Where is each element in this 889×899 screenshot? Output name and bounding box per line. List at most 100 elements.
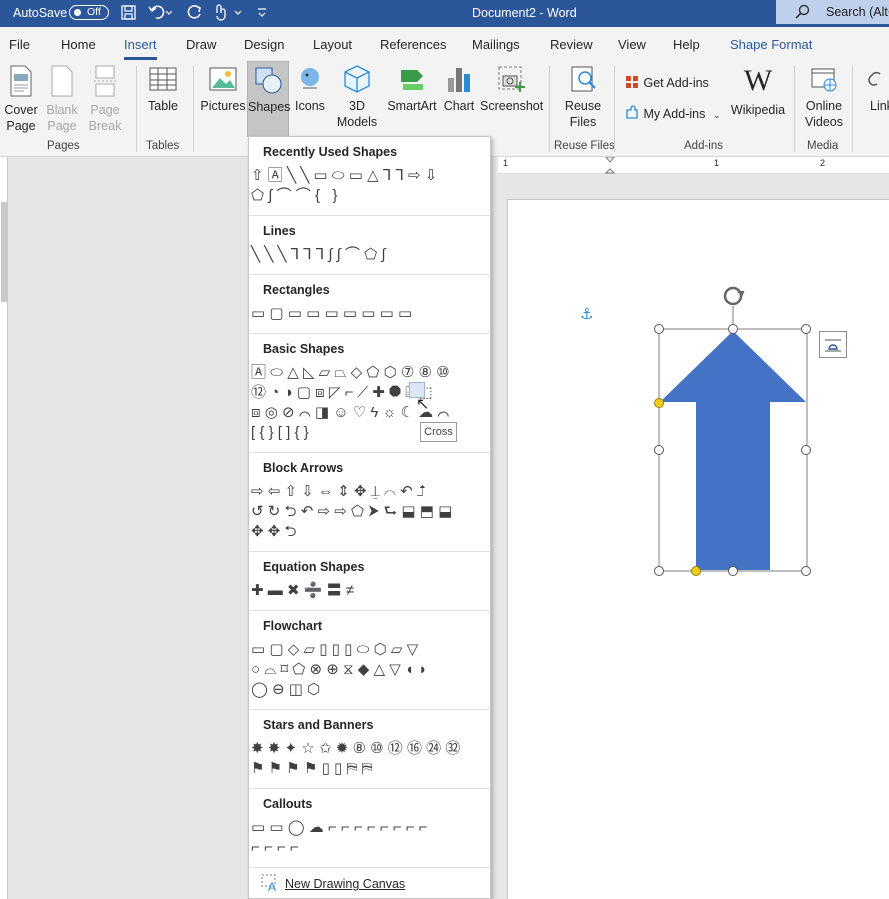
group-separator: [136, 66, 137, 152]
shape-row[interactable]: 🄰⬭△◺▱⏢◇⬠⬡⑦⑧⑩: [251, 363, 454, 383]
search-box[interactable]: Search (Alt+: [776, 0, 889, 24]
tab-home[interactable]: Home: [61, 37, 96, 52]
shape-row[interactable]: ▭▭◯☁⌐⌐⌐⌐⌐⌐⌐⌐: [251, 818, 432, 838]
wikipedia-button[interactable]: W Wikipedia: [730, 64, 786, 118]
screenshot-button[interactable]: Screenshot: [480, 64, 544, 114]
link-button[interactable]: Link: [860, 64, 889, 114]
tab-draw[interactable]: Draw: [186, 37, 216, 52]
resize-handle[interactable]: [801, 324, 811, 334]
tab-review[interactable]: Review: [550, 37, 593, 52]
adjust-handle[interactable]: [654, 398, 664, 408]
cover-page-button[interactable]: Cover Page: [2, 64, 40, 134]
divider: [249, 274, 490, 275]
online-videos-label: Online Videos: [805, 99, 843, 129]
horizontal-ruler[interactable]: 1 1 2: [498, 157, 889, 174]
tab-help[interactable]: Help: [673, 37, 700, 52]
group-tables-label: Tables: [146, 140, 180, 152]
customize-qat-icon[interactable]: [256, 4, 268, 21]
resize-handle[interactable]: [801, 445, 811, 455]
table-button[interactable]: Table: [145, 64, 181, 114]
vertical-ruler: [0, 157, 8, 899]
reuse-files-button[interactable]: Reuse Files: [560, 64, 606, 130]
resize-handle[interactable]: [801, 566, 811, 576]
screenshot-label: Screenshot: [480, 99, 544, 113]
autosave-label: AutoSave: [13, 6, 68, 20]
chevron-down-icon: ⌄: [712, 110, 721, 120]
autosave-state: Off: [87, 6, 101, 18]
section-title: Stars and Banners: [263, 718, 374, 732]
shape-row[interactable]: ⇧🄰╲╲▭⬭▭△⅂⅂⇨⇩: [251, 166, 442, 186]
shape-row[interactable]: ▭▢▭▭▭▭▭▭▭: [251, 304, 416, 324]
page-break-icon: [94, 65, 116, 97]
shape-row[interactable]: ↺↻⮌↶⇨⇨⬠⮞⮑⬓⬒⬓: [251, 502, 457, 522]
tab-design[interactable]: Design: [244, 37, 284, 52]
blank-page-button[interactable]: Blank Page: [45, 64, 79, 134]
title-bar: AutoSave Off Document2 - Word Search (Al…: [0, 0, 889, 27]
divider: [249, 333, 490, 334]
anchor-icon[interactable]: ⚓: [580, 305, 593, 323]
icons-button[interactable]: Icons: [292, 64, 328, 114]
ruler-mark: 1: [714, 158, 720, 168]
tab-view[interactable]: View: [618, 37, 646, 52]
undo-icon[interactable]: [148, 4, 172, 21]
shape-row[interactable]: ✚▬✖➗〓≠: [251, 581, 358, 601]
tab-file[interactable]: File: [9, 37, 30, 52]
document-title: Document2 - Word: [472, 6, 577, 20]
smartart-button[interactable]: SmartArt: [386, 64, 438, 114]
shape-tooltip: Cross: [420, 422, 457, 442]
group-addins-label: Add-ins: [684, 140, 723, 152]
tab-layout[interactable]: Layout: [313, 37, 352, 52]
shape-row[interactable]: ✥✥⮌: [251, 522, 301, 542]
shape-row[interactable]: ⌐⌐⌐⌐: [251, 838, 303, 858]
tab-shape-format[interactable]: Shape Format: [730, 37, 812, 52]
save-icon[interactable]: [120, 4, 137, 21]
divider: [249, 215, 490, 216]
layout-options-button[interactable]: [819, 331, 847, 358]
shape-row[interactable]: ✸✸✦☆✩✹⑧⑩⑫⑯㉔㉜: [251, 739, 465, 759]
reuse-files-icon: [571, 66, 596, 92]
resize-handle[interactable]: [728, 566, 738, 576]
shapes-button[interactable]: Shapes: [247, 61, 291, 137]
resize-handle[interactable]: [654, 324, 664, 334]
adjust-handle[interactable]: [691, 566, 701, 576]
indent-marker-icon[interactable]: [605, 157, 615, 174]
layout-options-icon: [825, 339, 841, 352]
section-title: Recently Used Shapes: [263, 145, 398, 159]
svg-text:A: A: [268, 880, 276, 892]
shape-row[interactable]: ○⌓⌑⬠⊗⊕⧖◆△▽◖◗: [251, 660, 431, 680]
search-placeholder: Search (Alt+: [826, 5, 889, 19]
tab-insert[interactable]: Insert: [124, 37, 157, 60]
get-addins-button[interactable]: Get Add-ins: [624, 74, 709, 94]
shape-row[interactable]: ▭▢◇▱▯▯▯⬭⬡▱▽: [251, 640, 422, 660]
document-page[interactable]: ⚓: [507, 199, 889, 899]
resize-handle[interactable]: [654, 566, 664, 576]
pictures-button[interactable]: Pictures: [200, 64, 246, 114]
section-title: Basic Shapes: [263, 342, 345, 356]
shape-row[interactable]: ⇨⇦⇧⇩⇔⇕✥⍊⌒↶⮥: [251, 482, 430, 502]
search-icon: [795, 4, 810, 19]
mouse-cursor-icon: ↖: [416, 396, 430, 413]
chart-button[interactable]: Chart: [442, 64, 476, 114]
autosave-toggle[interactable]: Off: [69, 5, 109, 20]
cover-page-label: Cover Page: [4, 103, 38, 133]
3d-models-button[interactable]: 3D Models: [332, 64, 382, 130]
shape-row[interactable]: ⚑⚑⚑⚑▯▯⛿⛿: [251, 759, 377, 779]
shape-row[interactable]: ⬠∫⌒⌒{ }: [251, 186, 342, 206]
shape-row[interactable]: ╲╲╲⅂⅂⅂∫∫⌒⬠∫: [251, 245, 390, 265]
wikipedia-label: Wikipedia: [730, 103, 786, 117]
redo-icon[interactable]: [187, 4, 204, 21]
my-addins-button[interactable]: My Add-ins ⌄: [624, 105, 720, 125]
shapes-label: Shapes: [248, 100, 291, 114]
resize-handle[interactable]: [654, 445, 664, 455]
group-separator: [794, 66, 795, 152]
new-drawing-canvas-item[interactable]: A New Drawing Canvas: [261, 874, 405, 894]
online-videos-button[interactable]: Online Videos: [803, 64, 845, 130]
blank-page-label: Blank Page: [46, 103, 78, 133]
tab-mailings[interactable]: Mailings: [472, 37, 520, 52]
page-break-button[interactable]: Page Break: [87, 64, 123, 134]
tab-references[interactable]: References: [380, 37, 446, 52]
shape-row[interactable]: ◯⊖◫⬡: [251, 680, 324, 700]
resize-handle[interactable]: [728, 324, 738, 334]
shape-row[interactable]: [{}[]{}: [251, 423, 313, 443]
touch-mode-icon[interactable]: [213, 4, 247, 21]
